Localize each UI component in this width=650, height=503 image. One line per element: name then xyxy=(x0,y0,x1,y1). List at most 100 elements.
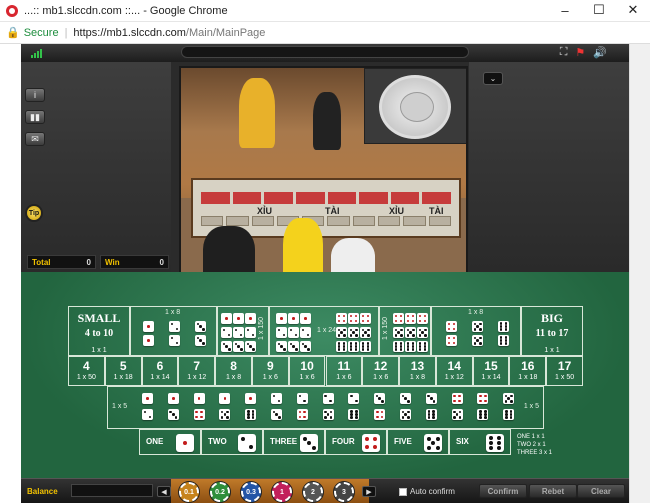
rebet-button[interactable]: Rebet xyxy=(529,484,577,498)
bet-total-17[interactable]: 17 1 x 50 xyxy=(546,356,583,386)
chat-button[interactable]: ✉ xyxy=(25,132,45,146)
die-face-5-icon xyxy=(503,393,515,404)
bet-doubles-right[interactable]: 1 x 8 xyxy=(431,306,521,356)
bet-single-three[interactable]: THREE xyxy=(263,429,325,455)
bet-total-15[interactable]: 15 1 x 14 xyxy=(472,356,510,386)
info-button[interactable]: i xyxy=(25,88,45,102)
bet-total-14[interactable]: 14 1 x 12 xyxy=(435,356,473,386)
die-face-1-icon xyxy=(288,313,299,324)
bet-single-four[interactable]: FOUR xyxy=(325,429,387,455)
page-scrollbar[interactable] xyxy=(629,44,650,503)
die-face-2-icon xyxy=(221,327,232,338)
bet-single-six[interactable]: SIX xyxy=(449,429,511,455)
chip-0.2[interactable]: 0.2 xyxy=(210,482,230,502)
bet-total-9[interactable]: 91 x 6 xyxy=(251,356,289,386)
bet-total-13[interactable]: 13 1 x 8 xyxy=(399,356,436,386)
single-odds-line: TWO 2 x 1 xyxy=(517,442,546,448)
win-value: 0 xyxy=(159,257,164,267)
die-face-3-icon xyxy=(233,341,244,352)
die-face-2-icon xyxy=(271,393,282,404)
bet-single-two[interactable]: TWO xyxy=(201,429,263,455)
die-face-1-icon xyxy=(245,393,257,404)
single-label: FIVE xyxy=(394,437,412,446)
tip-button[interactable]: Tip xyxy=(25,204,43,222)
die-face-5-icon xyxy=(472,321,483,332)
fullscreen-icon[interactable]: ⛶ xyxy=(560,46,568,59)
total-number: 5 xyxy=(119,359,127,373)
chip-3[interactable]: 3 xyxy=(334,482,354,502)
chip-2[interactable]: 2 xyxy=(303,482,323,502)
bet-small[interactable]: SMALL 4 to 10 1 x 1 xyxy=(68,306,130,356)
bet-any-triple[interactable]: 1 x 24 xyxy=(269,306,379,356)
die-face-5-icon xyxy=(400,409,411,420)
combo-odds-right: 1 x 5 xyxy=(523,403,539,410)
die-face-6-icon xyxy=(393,341,404,352)
chips-next-button[interactable]: ▶ xyxy=(362,486,376,497)
auto-confirm-checkbox[interactable] xyxy=(399,487,407,496)
bet-total-16[interactable]: 16 1 x 18 xyxy=(509,356,547,386)
total-odds: 1 x 14 xyxy=(150,374,170,381)
table-cells-bottom xyxy=(201,216,451,226)
single-odds-line: ONE 1 x 1 xyxy=(517,434,545,440)
die-face-1-icon xyxy=(142,393,153,404)
die-face-2-icon xyxy=(348,393,360,404)
bet-total-7[interactable]: 71 x 12 xyxy=(178,356,216,386)
die-face-2-icon xyxy=(142,409,153,420)
balance-field xyxy=(71,484,153,497)
die-face-5-icon xyxy=(417,327,428,338)
statistics-button[interactable]: ▮▮ xyxy=(25,110,45,124)
bet-total-12[interactable]: 12 1 x 6 xyxy=(362,356,400,386)
bet-single-five[interactable]: FIVE xyxy=(387,429,449,455)
address-bar[interactable]: 🔒 Secure | https://mb1.slccdn.com/Main/M… xyxy=(0,22,650,44)
collapse-button[interactable]: ⌄ xyxy=(483,72,503,85)
die-face-4-icon xyxy=(360,313,371,324)
bet-doubles-left[interactable]: 1 x 8 xyxy=(130,306,217,356)
bet-big[interactable]: BIG 11 to 17 1 x 1 xyxy=(521,306,583,356)
bet-combinations[interactable]: 1 x 5 1 x 5 xyxy=(107,386,544,429)
die-face-2-icon xyxy=(296,393,308,404)
game-topbar: ⛶ ⚑ 🔊 xyxy=(21,44,629,62)
chips-prev-button[interactable]: ◀ xyxy=(157,486,171,497)
chip-0.3[interactable]: 0.3 xyxy=(241,482,261,502)
auto-confirm-toggle[interactable]: Auto confirm xyxy=(399,487,455,496)
die-face-4-icon xyxy=(446,321,457,332)
die-face-6-icon xyxy=(503,409,515,420)
total-odds: 1 x 50 xyxy=(555,374,575,381)
minimize-button[interactable]: – xyxy=(548,0,582,20)
die-face-3-icon xyxy=(425,393,437,404)
info-icon: i xyxy=(34,90,36,100)
chip-1[interactable]: 1 xyxy=(272,482,292,502)
die-face-3-icon xyxy=(400,393,411,404)
die-face-3-icon xyxy=(300,434,318,452)
single-label: THREE xyxy=(270,437,298,446)
sound-icon[interactable]: 🔊 xyxy=(593,46,607,59)
die-face-3-icon xyxy=(300,341,311,352)
bet-total-5[interactable]: 51 x 18 xyxy=(104,356,142,386)
bet-total-10[interactable]: 10 1 x 6 xyxy=(288,356,326,386)
language-flag-icon[interactable]: ⚑ xyxy=(575,46,585,59)
balance-label: Balance xyxy=(27,487,58,496)
confirm-button[interactable]: Confirm xyxy=(479,484,527,498)
die-face-6-icon xyxy=(477,409,489,420)
maximize-button[interactable]: ☐ xyxy=(582,0,616,20)
bet-total-4[interactable]: 41 x 50 xyxy=(68,356,105,386)
bet-triples-right[interactable]: 1 x 150 xyxy=(379,306,431,356)
total-number: 16 xyxy=(521,359,535,373)
die-face-4-icon xyxy=(446,335,457,346)
die-face-4-icon xyxy=(451,393,463,404)
bet-total-6[interactable]: 61 x 14 xyxy=(141,356,179,386)
clear-button[interactable]: Clear xyxy=(577,484,625,498)
total-odds: 1 x 6 xyxy=(262,374,278,381)
message-bar xyxy=(181,46,469,58)
left-panel: i ▮▮ ✉ Tip xyxy=(21,62,171,272)
die-face-1-icon xyxy=(233,313,244,324)
bet-total-11[interactable]: 11 1 x 6 xyxy=(325,356,363,386)
bet-single-one[interactable]: ONE xyxy=(139,429,201,455)
die-face-1-icon xyxy=(176,434,194,452)
chip-0.1[interactable]: 0.1 xyxy=(179,482,199,502)
doubles-right-odds: 1 x 8 xyxy=(468,309,484,316)
bet-total-8[interactable]: 81 x 8 xyxy=(215,356,252,386)
bet-triples-left[interactable]: 1 x 150 xyxy=(217,306,269,356)
total-odds: 1 x 6 xyxy=(373,374,389,381)
close-button[interactable]: ✕ xyxy=(616,0,650,20)
